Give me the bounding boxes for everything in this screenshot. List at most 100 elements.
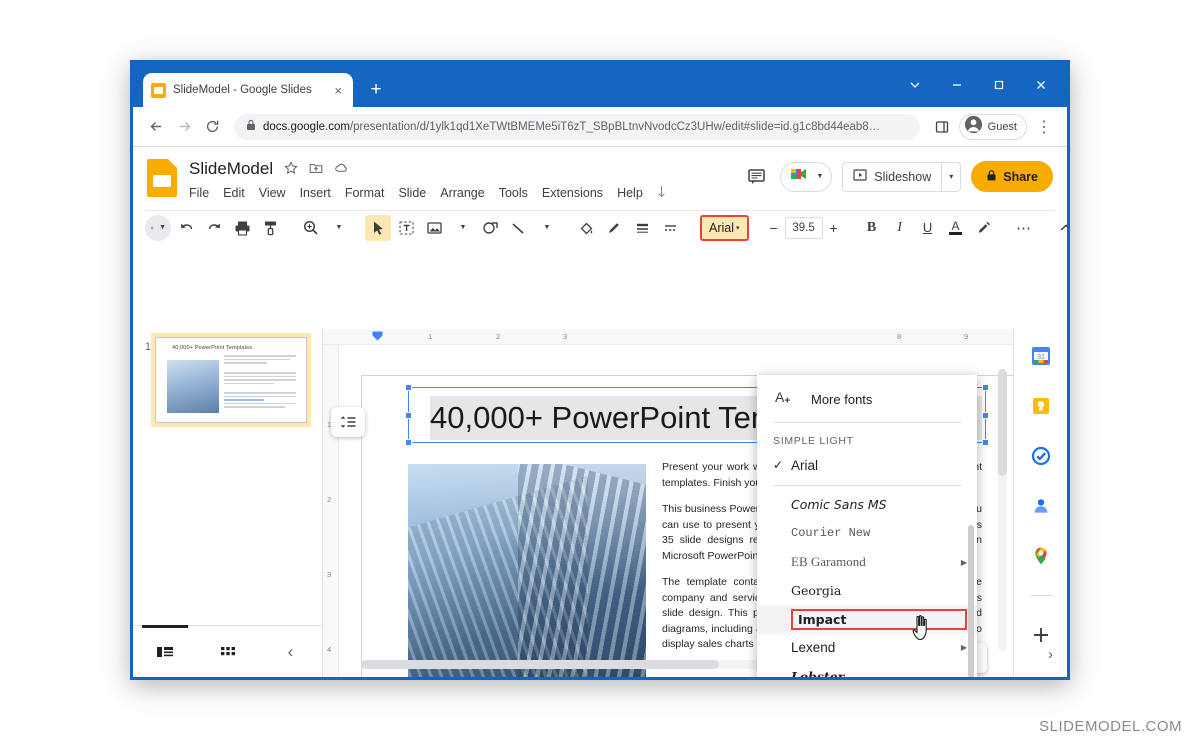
slideshow-caret-icon[interactable]: ▾ — [941, 162, 960, 191]
font-item-comic-sans-ms[interactable]: Comic Sans MS — [757, 491, 977, 520]
font-item-impact[interactable]: Impact — [757, 604, 977, 634]
resize-handle[interactable] — [405, 384, 412, 391]
font-item-courier-new[interactable]: Courier New — [757, 519, 977, 548]
forward-icon[interactable] — [171, 114, 197, 140]
minimize-icon[interactable] — [937, 71, 977, 99]
zoom-icon[interactable] — [297, 215, 323, 241]
font-family-selector[interactable]: Arial ▾ — [700, 214, 749, 241]
google-calendar-icon[interactable]: 31 — [1028, 343, 1054, 369]
menu-scrollbar[interactable] — [968, 525, 974, 677]
share-label: Share — [1003, 169, 1038, 184]
resize-handle[interactable] — [405, 412, 412, 419]
paint-format-icon[interactable] — [257, 215, 283, 241]
font-family-dropdown[interactable]: A More fonts SIMPLE LIGHT ✓ Arial Comic … — [757, 375, 977, 677]
share-button[interactable]: Share — [971, 161, 1053, 192]
zoom-caret-icon[interactable]: ▼ — [325, 215, 351, 241]
horizontal-ruler[interactable]: 1 2 3 8 9 — [323, 329, 1013, 345]
shape-icon[interactable] — [477, 215, 503, 241]
title-area: SlideModel File Edit View Insert Format … — [189, 155, 742, 201]
slide-thumbnail[interactable]: 40,000+ PowerPoint Templates — [151, 333, 311, 427]
menu-extensions[interactable]: Extensions — [542, 186, 603, 200]
font-item-eb-garamond[interactable]: EB Garamond ▶ — [757, 548, 977, 577]
filmstrip-view-icon[interactable] — [133, 626, 196, 677]
resize-handle[interactable] — [982, 384, 989, 391]
font-size-value[interactable]: 39.5 — [784, 216, 823, 239]
font-item-lexend[interactable]: Lexend ▶ — [757, 634, 977, 663]
profile-chip[interactable]: Guest — [958, 113, 1027, 140]
submenu-arrow-icon: ▶ — [960, 557, 967, 567]
menu-help[interactable]: Help — [617, 186, 643, 200]
menu-view[interactable]: View — [259, 186, 286, 200]
back-icon[interactable] — [143, 114, 169, 140]
font-item-georgia[interactable]: Georgia — [757, 576, 977, 605]
highlight-color-icon[interactable] — [971, 215, 997, 241]
text-box-icon[interactable] — [393, 215, 419, 241]
resize-handle[interactable] — [405, 439, 412, 446]
document-title[interactable]: SlideModel — [189, 159, 273, 179]
move-to-folder-icon[interactable] — [309, 161, 323, 177]
menu-edit[interactable]: Edit — [223, 186, 245, 200]
menu-arrange[interactable]: Arrange — [440, 186, 484, 200]
browser-tab[interactable]: SlideModel - Google Slides × — [143, 73, 353, 107]
border-dash-icon[interactable] — [657, 215, 683, 241]
google-tasks-icon[interactable] — [1028, 443, 1054, 469]
menu-format[interactable]: Format — [345, 186, 385, 200]
ruler-tick: 9 — [964, 332, 969, 341]
grid-view-icon[interactable] — [196, 626, 259, 677]
menu-file[interactable]: File — [189, 186, 209, 200]
border-color-icon[interactable] — [601, 215, 627, 241]
reload-icon[interactable] — [199, 114, 225, 140]
google-contacts-icon[interactable] — [1028, 493, 1054, 519]
image-icon[interactable] — [421, 215, 447, 241]
address-bar[interactable]: docs.google.com/presentation/d/1ylk1qd1X… — [234, 113, 920, 140]
collapse-filmstrip-button[interactable]: ‹ — [259, 626, 322, 677]
close-window-icon[interactable] — [1021, 71, 1061, 99]
print-icon[interactable] — [229, 215, 255, 241]
resize-handle[interactable] — [982, 412, 989, 419]
resize-handle[interactable] — [982, 439, 989, 446]
comment-icon[interactable] — [742, 163, 770, 191]
decrease-font-size-button[interactable]: − — [763, 216, 785, 240]
underline-button[interactable]: U — [915, 215, 941, 241]
add-addon-button[interactable] — [1028, 622, 1054, 648]
close-tab-icon[interactable]: × — [331, 84, 345, 97]
select-tool-button[interactable] — [365, 214, 391, 241]
line-icon[interactable] — [505, 215, 531, 241]
google-maps-icon[interactable] — [1028, 543, 1054, 569]
last-edit-icon[interactable] — [657, 185, 666, 201]
cloud-saved-icon[interactable] — [334, 161, 349, 177]
collapse-toolbar-button[interactable] — [1053, 215, 1067, 241]
star-icon[interactable] — [284, 161, 298, 177]
new-tab-button[interactable]: + — [365, 80, 387, 102]
browser-menu-icon[interactable]: ⋮ — [1031, 114, 1057, 140]
slide-image[interactable] — [408, 464, 646, 677]
border-weight-icon[interactable] — [629, 215, 655, 241]
menu-slide[interactable]: Slide — [398, 186, 426, 200]
line-caret-icon[interactable]: ▼ — [533, 215, 559, 241]
line-spacing-floating-button[interactable] — [331, 407, 365, 437]
font-item-lobster[interactable]: Lobster — [757, 662, 977, 677]
maximize-icon[interactable] — [979, 71, 1019, 99]
tab-search-icon[interactable] — [895, 71, 935, 99]
bold-button[interactable]: B — [859, 215, 885, 241]
slideshow-button[interactable]: Slideshow ▾ — [842, 161, 962, 192]
google-meet-button[interactable]: ▼ — [780, 161, 833, 192]
vertical-ruler[interactable]: 1 2 3 4 5 — [323, 345, 339, 677]
increase-font-size-button[interactable]: + — [823, 216, 845, 240]
italic-button[interactable]: I — [887, 215, 913, 241]
vertical-scrollbar[interactable] — [998, 369, 1007, 651]
more-fonts-item[interactable]: A More fonts — [757, 381, 977, 417]
fill-color-icon[interactable] — [573, 215, 599, 241]
undo-button[interactable] — [173, 215, 199, 241]
new-slide-button[interactable]: ▼ — [145, 214, 171, 241]
font-item-arial[interactable]: ✓ Arial — [757, 451, 977, 480]
redo-button[interactable] — [201, 215, 227, 241]
side-panel-icon[interactable] — [929, 114, 955, 140]
google-keep-icon[interactable] — [1028, 393, 1054, 419]
more-options-button[interactable]: ⋯ — [1011, 215, 1037, 241]
expand-side-panel-button[interactable]: › — [1048, 646, 1053, 663]
menu-tools[interactable]: Tools — [499, 186, 528, 200]
image-caret-icon[interactable]: ▼ — [449, 215, 475, 241]
menu-insert[interactable]: Insert — [300, 186, 331, 200]
text-color-button[interactable]: A — [943, 215, 969, 241]
